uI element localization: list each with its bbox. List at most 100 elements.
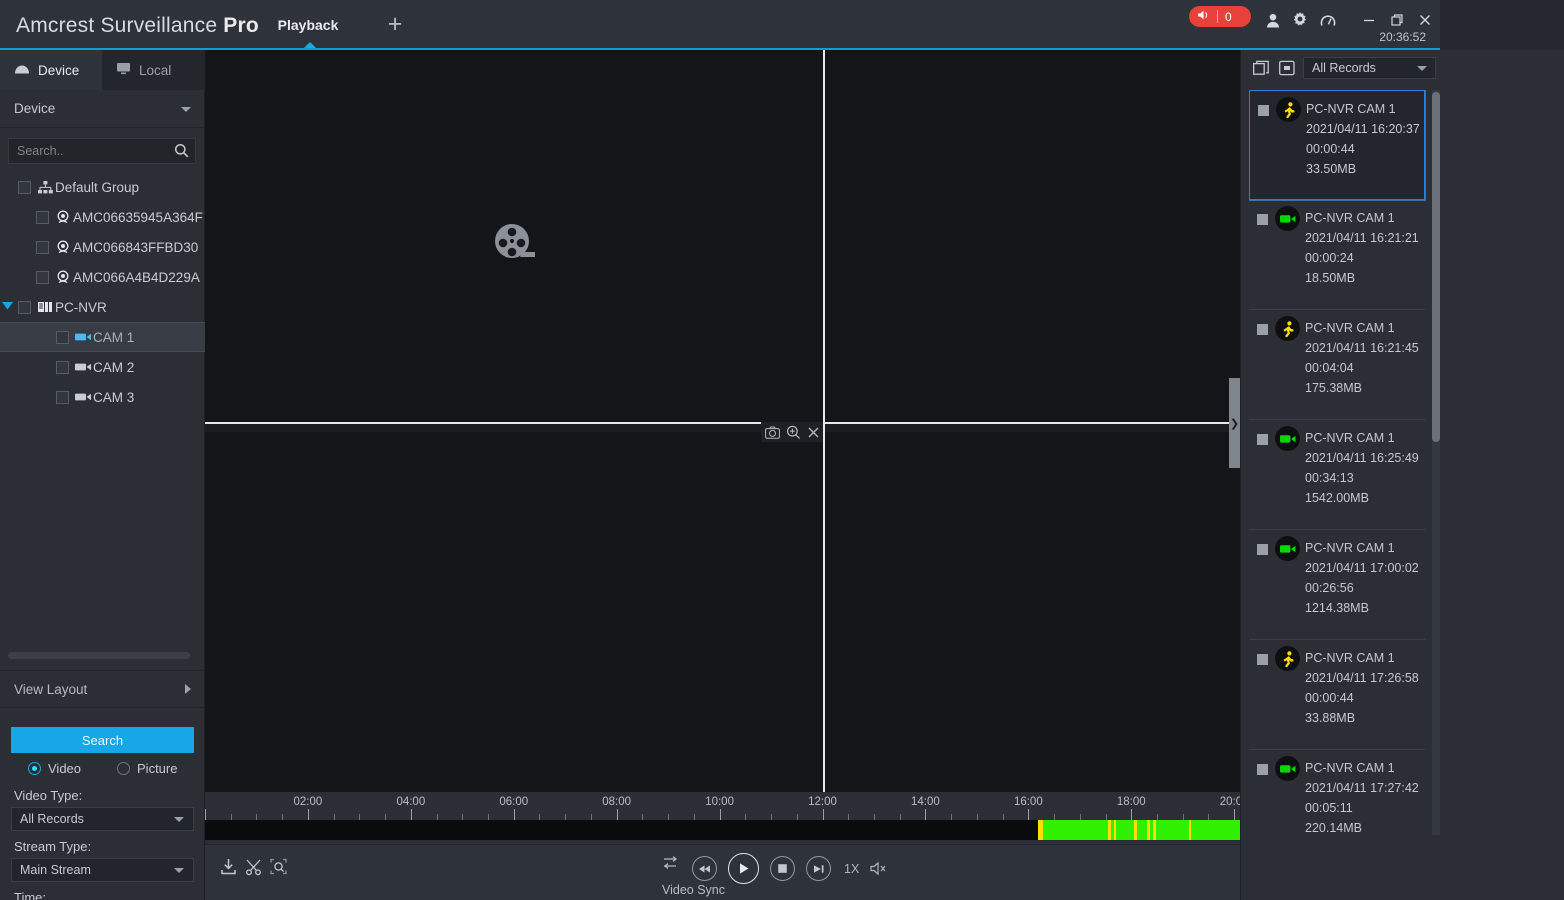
timeline-segment[interactable] [1136,820,1147,840]
records-scrollbar-thumb[interactable] [1432,92,1440,442]
device-tab-icon [14,63,30,78]
record-checkbox[interactable] [1257,324,1268,335]
tree-item-cam-2[interactable]: CAM 2 [0,352,205,382]
tab-local[interactable]: Local [102,50,205,90]
records-filter-select[interactable]: All Records [1303,57,1436,79]
playback-speed[interactable]: 1X [844,862,859,876]
record-item[interactable]: PC-NVR CAM 1 2021/04/11 16:21:21 00:00:24 1… [1249,200,1425,310]
stop-icon[interactable] [770,856,795,881]
play-icon[interactable] [728,853,759,884]
video-pane-2[interactable] [825,50,1240,422]
tree-item-amc066a4b4d229a[interactable]: AMC066A4B4D229A [0,262,205,292]
video-pane-1[interactable] [205,50,823,422]
record-item[interactable]: PC-NVR CAM 1 2021/04/11 16:20:37 00:00:44 3… [1249,90,1426,201]
search-button[interactable]: Search [11,727,194,753]
record-checkbox[interactable] [1257,434,1268,445]
add-tab-button[interactable]: + [381,12,409,38]
tree-item-checkbox[interactable] [56,330,69,344]
tab-device-label: Device [38,62,80,78]
tree-item-checkbox[interactable] [56,360,69,374]
tree-item-checkbox[interactable] [18,180,31,194]
tree-item-amc066843ffbd30[interactable]: AMC066843FFBD30 [0,232,205,262]
speaker-muted-icon[interactable] [870,861,888,876]
gauge-icon[interactable] [1317,9,1339,31]
record-size: 175.38MB [1305,381,1362,395]
snapshot-icon[interactable] [765,426,780,439]
timeline-segment[interactable] [1156,820,1189,840]
search-icon[interactable] [174,143,189,161]
timeline-tick [719,809,721,820]
user-icon[interactable] [1262,9,1284,31]
timeline-segment[interactable] [1042,820,1109,840]
tree-item-checkbox[interactable] [36,270,49,284]
tree-item-checkbox[interactable] [36,240,49,254]
record-checkbox[interactable] [1257,214,1268,225]
select-all-icon[interactable] [1251,59,1271,77]
record-item[interactable]: PC-NVR CAM 1 2021/04/11 17:26:58 00:00:44 3… [1249,640,1425,750]
record-item[interactable]: PC-NVR CAM 1 2021/04/11 17:27:42 00:05:11 2… [1249,750,1425,835]
record-channel: PC-NVR CAM 1 [1306,102,1396,116]
record-checkbox[interactable] [1257,654,1268,665]
record-channel: PC-NVR CAM 1 [1305,211,1395,225]
timeline-tick [925,809,927,820]
tree-horizontal-scrollbar[interactable] [8,652,190,659]
tree-item-cam-3[interactable]: CAM 3 [0,382,205,412]
video-pane-toolbar [761,422,823,442]
search-box[interactable] [8,138,196,164]
tree-item-cam-1[interactable]: CAM 1 [0,322,205,352]
nvr-icon [35,301,55,313]
next-frame-icon[interactable] [806,856,831,881]
tree-item-checkbox[interactable] [18,300,31,314]
rewind-icon[interactable] [692,856,717,881]
video-pane-3[interactable] [205,432,823,792]
panel-collapse-handle[interactable]: ❯ [1229,378,1240,468]
minimize-icon[interactable] [1358,9,1380,31]
timeline-label: 12:00 [808,796,837,808]
zoom-in-icon[interactable] [786,425,801,439]
video-sync-icon[interactable] [663,855,681,875]
download-icon[interactable] [219,857,238,876]
record-item[interactable]: PC-NVR CAM 1 2021/04/11 16:25:49 00:34:13 1… [1249,420,1425,530]
tree-item-pc-nvr[interactable]: PC-NVR [0,292,205,322]
timeline-label: 16:00 [1013,796,1043,808]
general-record-icon [1275,756,1300,781]
record-checkbox[interactable] [1257,544,1268,555]
chevron-down-icon[interactable] [0,302,14,312]
maximize-icon[interactable] [1386,9,1408,31]
radio-video[interactable]: Video [28,761,81,776]
search-input[interactable] [9,139,195,163]
record-item[interactable]: PC-NVR CAM 1 2021/04/11 17:00:02 00:26:56 1… [1249,530,1425,640]
video-type-value: All Records [20,812,84,826]
video-type-select[interactable]: All Records [11,807,194,831]
tree-item-default-group[interactable]: Default Group [0,172,205,202]
tree-item-amc06635945a364f[interactable]: AMC06635945A364F [0,202,205,232]
video-pane-4[interactable] [825,432,1240,792]
record-text: PC-NVR CAM 1 2021/04/11 16:25:49 00:34:13 1… [1305,428,1425,508]
smart-search-icon[interactable] [269,857,288,876]
clip-scissors-icon[interactable] [244,857,263,876]
alarm-badge[interactable]: 0 [1189,6,1251,27]
stream-type-select[interactable]: Main Stream [11,858,194,882]
record-checkbox[interactable] [1258,105,1269,116]
record-checkbox[interactable] [1257,764,1268,775]
close-icon[interactable] [807,426,820,439]
radio-picture[interactable]: Picture [117,761,177,776]
tree-item-label: AMC06635945A364F [73,209,203,225]
timeline-segment[interactable] [1116,820,1134,840]
record-item[interactable]: PC-NVR CAM 1 2021/04/11 16:21:45 00:04:04 1… [1249,310,1425,420]
gear-icon[interactable] [1289,9,1311,31]
record-text: PC-NVR CAM 1 2021/04/11 16:21:45 00:04:04 1… [1305,318,1425,398]
video-sync-label: Video Sync [662,883,726,897]
record-size: 1542.00MB [1305,491,1369,505]
records-panel: All Records PC-NVR CAM 1 2021/04/11 16:20… [1240,50,1564,900]
view-layout-row[interactable]: View Layout [0,670,205,708]
tab-device[interactable]: Device [0,50,102,90]
tree-item-checkbox[interactable] [56,390,69,404]
tree-item-checkbox[interactable] [36,210,49,224]
timeline-tick [616,809,618,820]
close-icon[interactable] [1414,9,1436,31]
stream-type-value: Main Stream [20,863,91,877]
export-icon[interactable] [1277,59,1297,77]
device-source-select[interactable]: Device [0,90,204,128]
title-bar: Amcrest Surveillance Pro Playback + 0 20… [0,0,1440,49]
